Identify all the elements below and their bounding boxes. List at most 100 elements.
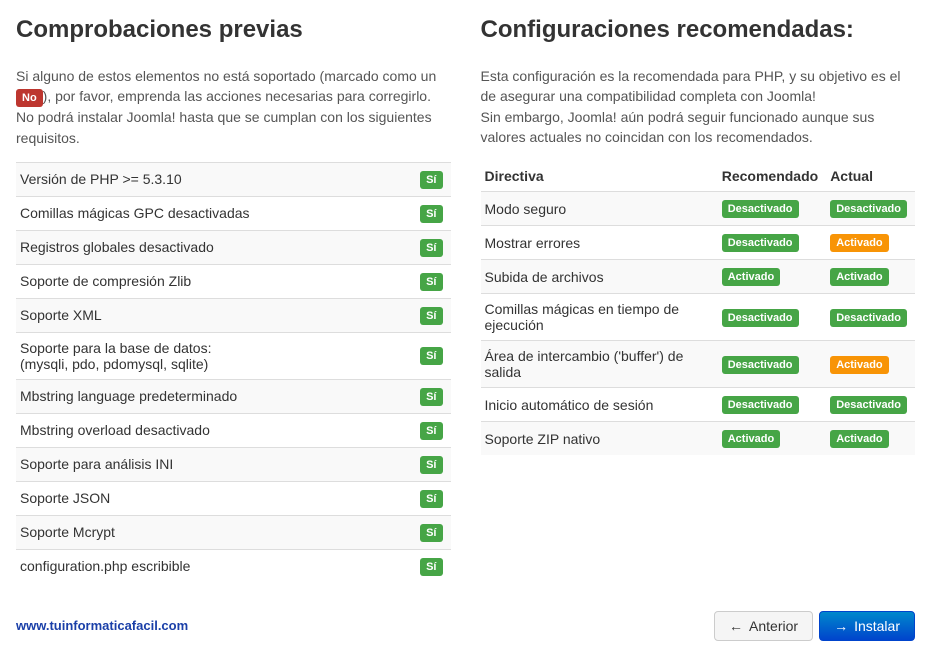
actual-value: Desactivado [826, 192, 915, 226]
check-label: Soporte para la base de datos:(mysqli, p… [16, 332, 411, 379]
status-badge: Sí [420, 273, 442, 291]
status-badge: Desactivado [722, 234, 799, 252]
check-status: Sí [411, 515, 451, 549]
table-row: Soporte Mcrypt Sí [16, 515, 451, 549]
col-recommended: Recomendado [718, 161, 826, 192]
watermark: www.tuinformaticafacil.com [16, 618, 188, 633]
status-badge: Sí [420, 456, 442, 474]
recommended-value: Desactivado [718, 388, 826, 422]
check-status: Sí [411, 481, 451, 515]
check-status: Sí [411, 332, 451, 379]
recommended-value: Desactivado [718, 226, 826, 260]
status-badge: Desactivado [722, 200, 799, 218]
nav-buttons: ← Anterior → Instalar [714, 611, 915, 641]
actual-value: Desactivado [826, 388, 915, 422]
check-label: Mbstring overload desactivado [16, 413, 411, 447]
actual-value: Activado [826, 226, 915, 260]
arrow-right-icon: → [834, 619, 848, 633]
directive-label: Mostrar errores [481, 226, 718, 260]
check-status: Sí [411, 549, 451, 583]
actual-value: Activado [826, 260, 915, 294]
check-status: Sí [411, 298, 451, 332]
checks-title: Comprobaciones previas [16, 16, 451, 44]
directive-label: Inicio automático de sesión [481, 388, 718, 422]
check-label: Mbstring language predeterminado [16, 379, 411, 413]
check-status: Sí [411, 230, 451, 264]
no-badge: No [16, 89, 43, 107]
check-status: Sí [411, 264, 451, 298]
check-label: Soporte para análisis INI [16, 447, 411, 481]
directive-label: Subida de archivos [481, 260, 718, 294]
table-row: Soporte para la base de datos:(mysqli, p… [16, 332, 451, 379]
install-button[interactable]: → Instalar [819, 611, 915, 641]
directive-label: Modo seguro [481, 192, 718, 226]
recommended-value: Desactivado [718, 192, 826, 226]
table-row: Área de intercambio ('buffer') de salida… [481, 341, 916, 388]
recommended-value: Desactivado [718, 294, 826, 341]
recommended-value: Activado [718, 422, 826, 456]
table-row: Comillas mágicas GPC desactivadas Sí [16, 196, 451, 230]
col-actual: Actual [826, 161, 915, 192]
recommended-intro: Esta configuración es la recomendada par… [481, 66, 916, 147]
intro-text-post: ), por favor, emprenda las acciones nece… [16, 88, 432, 145]
check-label: Soporte Mcrypt [16, 515, 411, 549]
status-badge: Activado [722, 268, 780, 286]
status-badge: Sí [420, 524, 442, 542]
directive-label: Área de intercambio ('buffer') de salida [481, 341, 718, 388]
recommended-intro-1: Esta configuración es la recomendada par… [481, 68, 901, 104]
table-row: Subida de archivosActivadoActivado [481, 260, 916, 294]
table-row: Registros globales desactivado Sí [16, 230, 451, 264]
check-status: Sí [411, 447, 451, 481]
intro-text-pre: Si alguno de estos elementos no está sop… [16, 68, 436, 84]
status-badge: Sí [420, 205, 442, 223]
table-row: Soporte XML Sí [16, 298, 451, 332]
check-label: Versión de PHP >= 5.3.10 [16, 162, 411, 196]
check-label: configuration.php escribible [16, 549, 411, 583]
table-row: Mbstring overload desactivado Sí [16, 413, 451, 447]
arrow-left-icon: ← [729, 619, 743, 633]
check-label: Registros globales desactivado [16, 230, 411, 264]
table-row: Inicio automático de sesiónDesactivadoDe… [481, 388, 916, 422]
checks-table: Versión de PHP >= 5.3.10SíComillas mágic… [16, 162, 451, 583]
check-status: Sí [411, 413, 451, 447]
actual-value: Activado [826, 341, 915, 388]
table-row: Comillas mágicas en tiempo de ejecuciónD… [481, 294, 916, 341]
status-badge: Desactivado [830, 309, 907, 327]
table-row: Modo seguroDesactivadoDesactivado [481, 192, 916, 226]
directive-label: Soporte ZIP nativo [481, 422, 718, 456]
status-badge: Sí [420, 307, 442, 325]
status-badge: Activado [830, 268, 888, 286]
status-badge: Desactivado [830, 200, 907, 218]
status-badge: Desactivado [722, 309, 799, 327]
col-directive: Directiva [481, 161, 718, 192]
check-label: Soporte JSON [16, 481, 411, 515]
status-badge: Desactivado [830, 396, 907, 414]
status-badge: Sí [420, 558, 442, 576]
recommended-intro-2: Sin embargo, Joomla! aún podrá seguir fu… [481, 109, 875, 145]
status-badge: Sí [420, 239, 442, 257]
status-badge: Desactivado [722, 396, 799, 414]
status-badge: Sí [420, 347, 442, 365]
previous-label: Anterior [749, 618, 798, 634]
status-badge: Activado [830, 430, 888, 448]
check-label: Comillas mágicas GPC desactivadas [16, 196, 411, 230]
table-row: Mostrar erroresDesactivado Activado [481, 226, 916, 260]
actual-value: Activado [826, 422, 915, 456]
check-label: Soporte XML [16, 298, 411, 332]
recommended-title: Configuraciones recomendadas: [481, 16, 916, 44]
pre-install-checks: Comprobaciones previas Si alguno de esto… [16, 16, 451, 583]
status-badge: Desactivado [722, 356, 799, 374]
table-row: Soporte ZIP nativoActivadoActivado [481, 422, 916, 456]
previous-button[interactable]: ← Anterior [714, 611, 813, 641]
status-badge: Sí [420, 490, 442, 508]
status-badge: Sí [420, 422, 442, 440]
actual-value: Desactivado [826, 294, 915, 341]
checks-intro: Si alguno de estos elementos no está sop… [16, 66, 451, 148]
status-badge: Activado [830, 356, 888, 374]
check-status: Sí [411, 162, 451, 196]
table-row: Soporte JSON Sí [16, 481, 451, 515]
directive-label: Comillas mágicas en tiempo de ejecución [481, 294, 718, 341]
check-status: Sí [411, 379, 451, 413]
status-badge: Sí [420, 171, 442, 189]
check-label: Soporte de compresión Zlib [16, 264, 411, 298]
